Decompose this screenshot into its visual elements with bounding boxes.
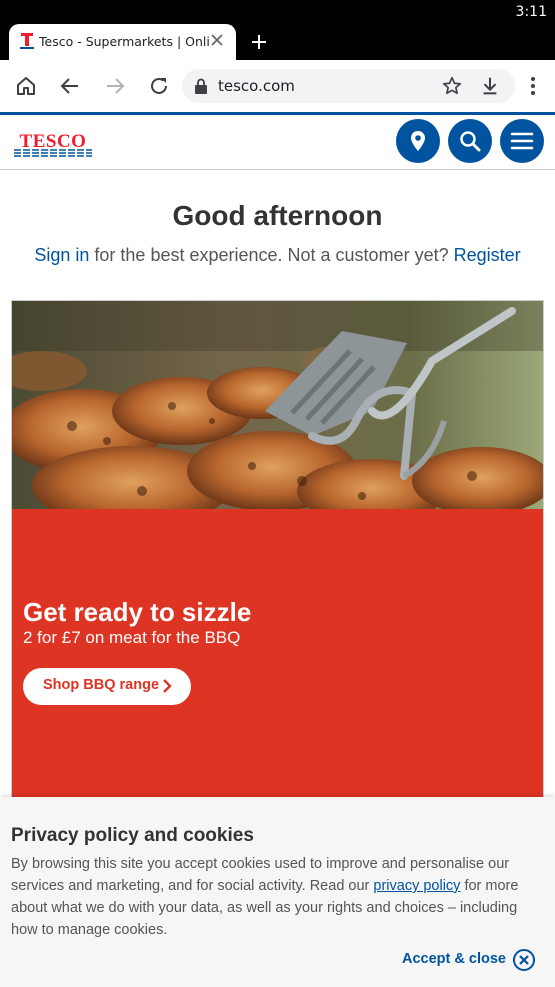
cookie-text: By browsing this site you accept cookies… [11,853,539,941]
tesco-favicon-icon [20,33,34,49]
cookie-banner: Privacy policy and cookies By browsing t… [0,797,555,987]
bbq-chicken-photo [12,301,543,509]
sign-in-link[interactable]: Sign in [34,245,89,265]
promo-subtitle: 2 for £7 on meat for the BBQ [23,628,241,647]
search-icon [460,131,481,152]
url-text: tesco.com [218,77,295,95]
more-menu-icon[interactable] [527,74,539,98]
new-tab-icon[interactable] [251,34,267,50]
greeting-heading: Good afternoon [172,200,383,231]
close-circle-icon [513,949,535,971]
promo-headline: Get ready to sizzle [23,597,252,627]
site-header: TESCO [0,112,555,170]
search-button[interactable] [448,119,492,163]
download-icon[interactable] [479,75,501,97]
tesco-logo[interactable]: TESCO [12,131,94,157]
back-icon[interactable] [58,74,82,98]
address-bar[interactable]: tesco.com [182,69,515,103]
main-menu-button[interactable] [500,119,544,163]
close-tab-icon[interactable] [210,33,224,47]
reload-icon[interactable] [147,74,171,98]
tab-strip: Tesco - Supermarkets | Online Groceries [0,24,555,60]
chevron-right-icon [163,679,172,693]
lock-icon [195,78,207,94]
status-bar: 3:11 [0,0,555,24]
signin-prompt-text: for the best experience. Not a customer … [89,245,454,265]
accept-close-button[interactable]: Accept & close [400,947,540,973]
location-pin-icon [411,131,425,151]
shop-bbq-button[interactable]: Shop BBQ range [23,668,191,705]
signin-prompt: Sign in for the best experience. Not a c… [0,245,555,266]
status-time: 3:11 [515,4,547,20]
logo-text: TESCO [20,131,87,152]
hamburger-menu-icon [510,132,534,150]
browser-toolbar: tesco.com [0,60,555,112]
browser-tab[interactable]: Tesco - Supermarkets | Online Groceries [9,24,236,60]
accept-close-label: Accept & close [402,951,506,967]
home-icon[interactable] [14,74,38,98]
bbq-promo-banner[interactable]: Get ready to sizzle 2 for £7 on meat for… [11,300,544,821]
bookmark-star-icon[interactable] [441,75,463,97]
cookie-title: Privacy policy and cookies [11,825,254,846]
shop-bbq-label: Shop BBQ range [43,677,160,693]
store-locator-button[interactable] [396,119,440,163]
privacy-policy-link[interactable]: privacy policy [373,878,460,894]
register-link[interactable]: Register [454,245,521,265]
tab-title: Tesco - Supermarkets | Online Groceries [39,34,211,49]
promo-panel: Get ready to sizzle 2 for £7 on meat for… [12,509,543,821]
forward-icon[interactable] [103,74,127,98]
